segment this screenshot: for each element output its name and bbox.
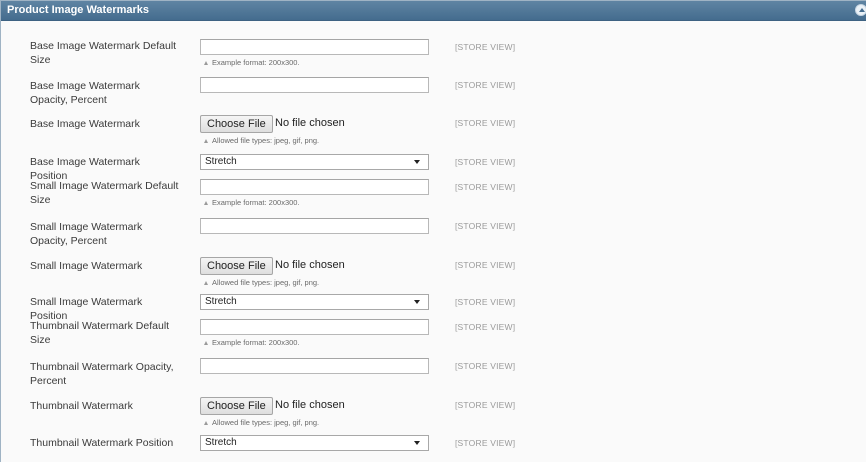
scope-label: [STORE VIEW] — [455, 118, 516, 128]
size-note: Example format: 200x300. — [204, 338, 300, 347]
section-header[interactable]: Product Image Watermarks — [1, 1, 866, 21]
base-opacity-input[interactable] — [200, 77, 429, 93]
note-icon — [204, 201, 208, 205]
file-note: Allowed file types: jpeg, gif, png. — [204, 418, 319, 427]
file-status: No file chosen — [275, 117, 345, 129]
field-label: Base Image Watermark Default Size — [30, 40, 177, 66]
field-label: Thumbnail Watermark Opacity, Percent — [30, 361, 174, 387]
note-icon — [204, 341, 208, 345]
file-status: No file chosen — [275, 399, 345, 411]
scope-label: [STORE VIEW] — [455, 297, 516, 307]
field-label: Base Image Watermark — [30, 118, 140, 130]
scope-label: [STORE VIEW] — [455, 438, 516, 448]
scope-label: [STORE VIEW] — [455, 157, 516, 167]
scope-label: [STORE VIEW] — [455, 260, 516, 270]
select-value: Stretch — [205, 156, 237, 167]
scope-label: [STORE VIEW] — [455, 361, 516, 371]
field-label: Thumbnail Watermark Default Size — [30, 320, 170, 346]
section-content: Base Image Watermark Default Size Exampl… — [1, 21, 866, 462]
note-icon — [204, 61, 208, 65]
size-note: Example format: 200x300. — [204, 58, 300, 67]
thumb-size-input[interactable] — [200, 319, 429, 335]
field-label: Thumbnail Watermark Position — [30, 437, 174, 449]
small-position-select[interactable]: Stretch — [200, 294, 429, 310]
base-position-select[interactable]: Stretch — [200, 154, 429, 170]
select-value: Stretch — [205, 437, 237, 448]
small-opacity-input[interactable] — [200, 218, 429, 234]
thumb-opacity-input[interactable] — [200, 358, 429, 374]
select-value: Stretch — [205, 296, 237, 307]
small-image-choose-file-button[interactable]: Choose File — [200, 257, 273, 275]
base-size-input[interactable] — [200, 39, 429, 55]
scope-label: [STORE VIEW] — [455, 80, 516, 90]
field-label: Small Image Watermark Default Size — [30, 180, 179, 206]
scope-label: [STORE VIEW] — [455, 400, 516, 410]
field-label: Small Image Watermark — [30, 260, 143, 272]
chevron-down-icon — [414, 300, 420, 304]
field-label: Thumbnail Watermark — [30, 400, 133, 412]
chevron-down-icon — [414, 160, 420, 164]
field-label: Small Image Watermark Opacity, Percent — [30, 221, 143, 247]
thumb-image-choose-file-button[interactable]: Choose File — [200, 397, 273, 415]
watermarks-panel: Product Image Watermarks Base Image Wate… — [0, 0, 866, 462]
base-image-choose-file-button[interactable]: Choose File — [200, 115, 273, 133]
scope-label: [STORE VIEW] — [455, 221, 516, 231]
note-icon — [204, 421, 208, 425]
file-status: No file chosen — [275, 259, 345, 271]
file-note: Allowed file types: jpeg, gif, png. — [204, 278, 319, 287]
collapse-icon[interactable] — [855, 4, 866, 16]
thumb-position-select[interactable]: Stretch — [200, 435, 429, 451]
scope-label: [STORE VIEW] — [455, 322, 516, 332]
scope-label: [STORE VIEW] — [455, 42, 516, 52]
small-size-input[interactable] — [200, 179, 429, 195]
chevron-down-icon — [414, 441, 420, 445]
file-note: Allowed file types: jpeg, gif, png. — [204, 136, 319, 145]
section-title: Product Image Watermarks — [7, 4, 150, 16]
size-note: Example format: 200x300. — [204, 198, 300, 207]
field-label: Base Image Watermark Opacity, Percent — [30, 80, 140, 106]
note-icon — [204, 281, 208, 285]
note-icon — [204, 139, 208, 143]
scope-label: [STORE VIEW] — [455, 182, 516, 192]
